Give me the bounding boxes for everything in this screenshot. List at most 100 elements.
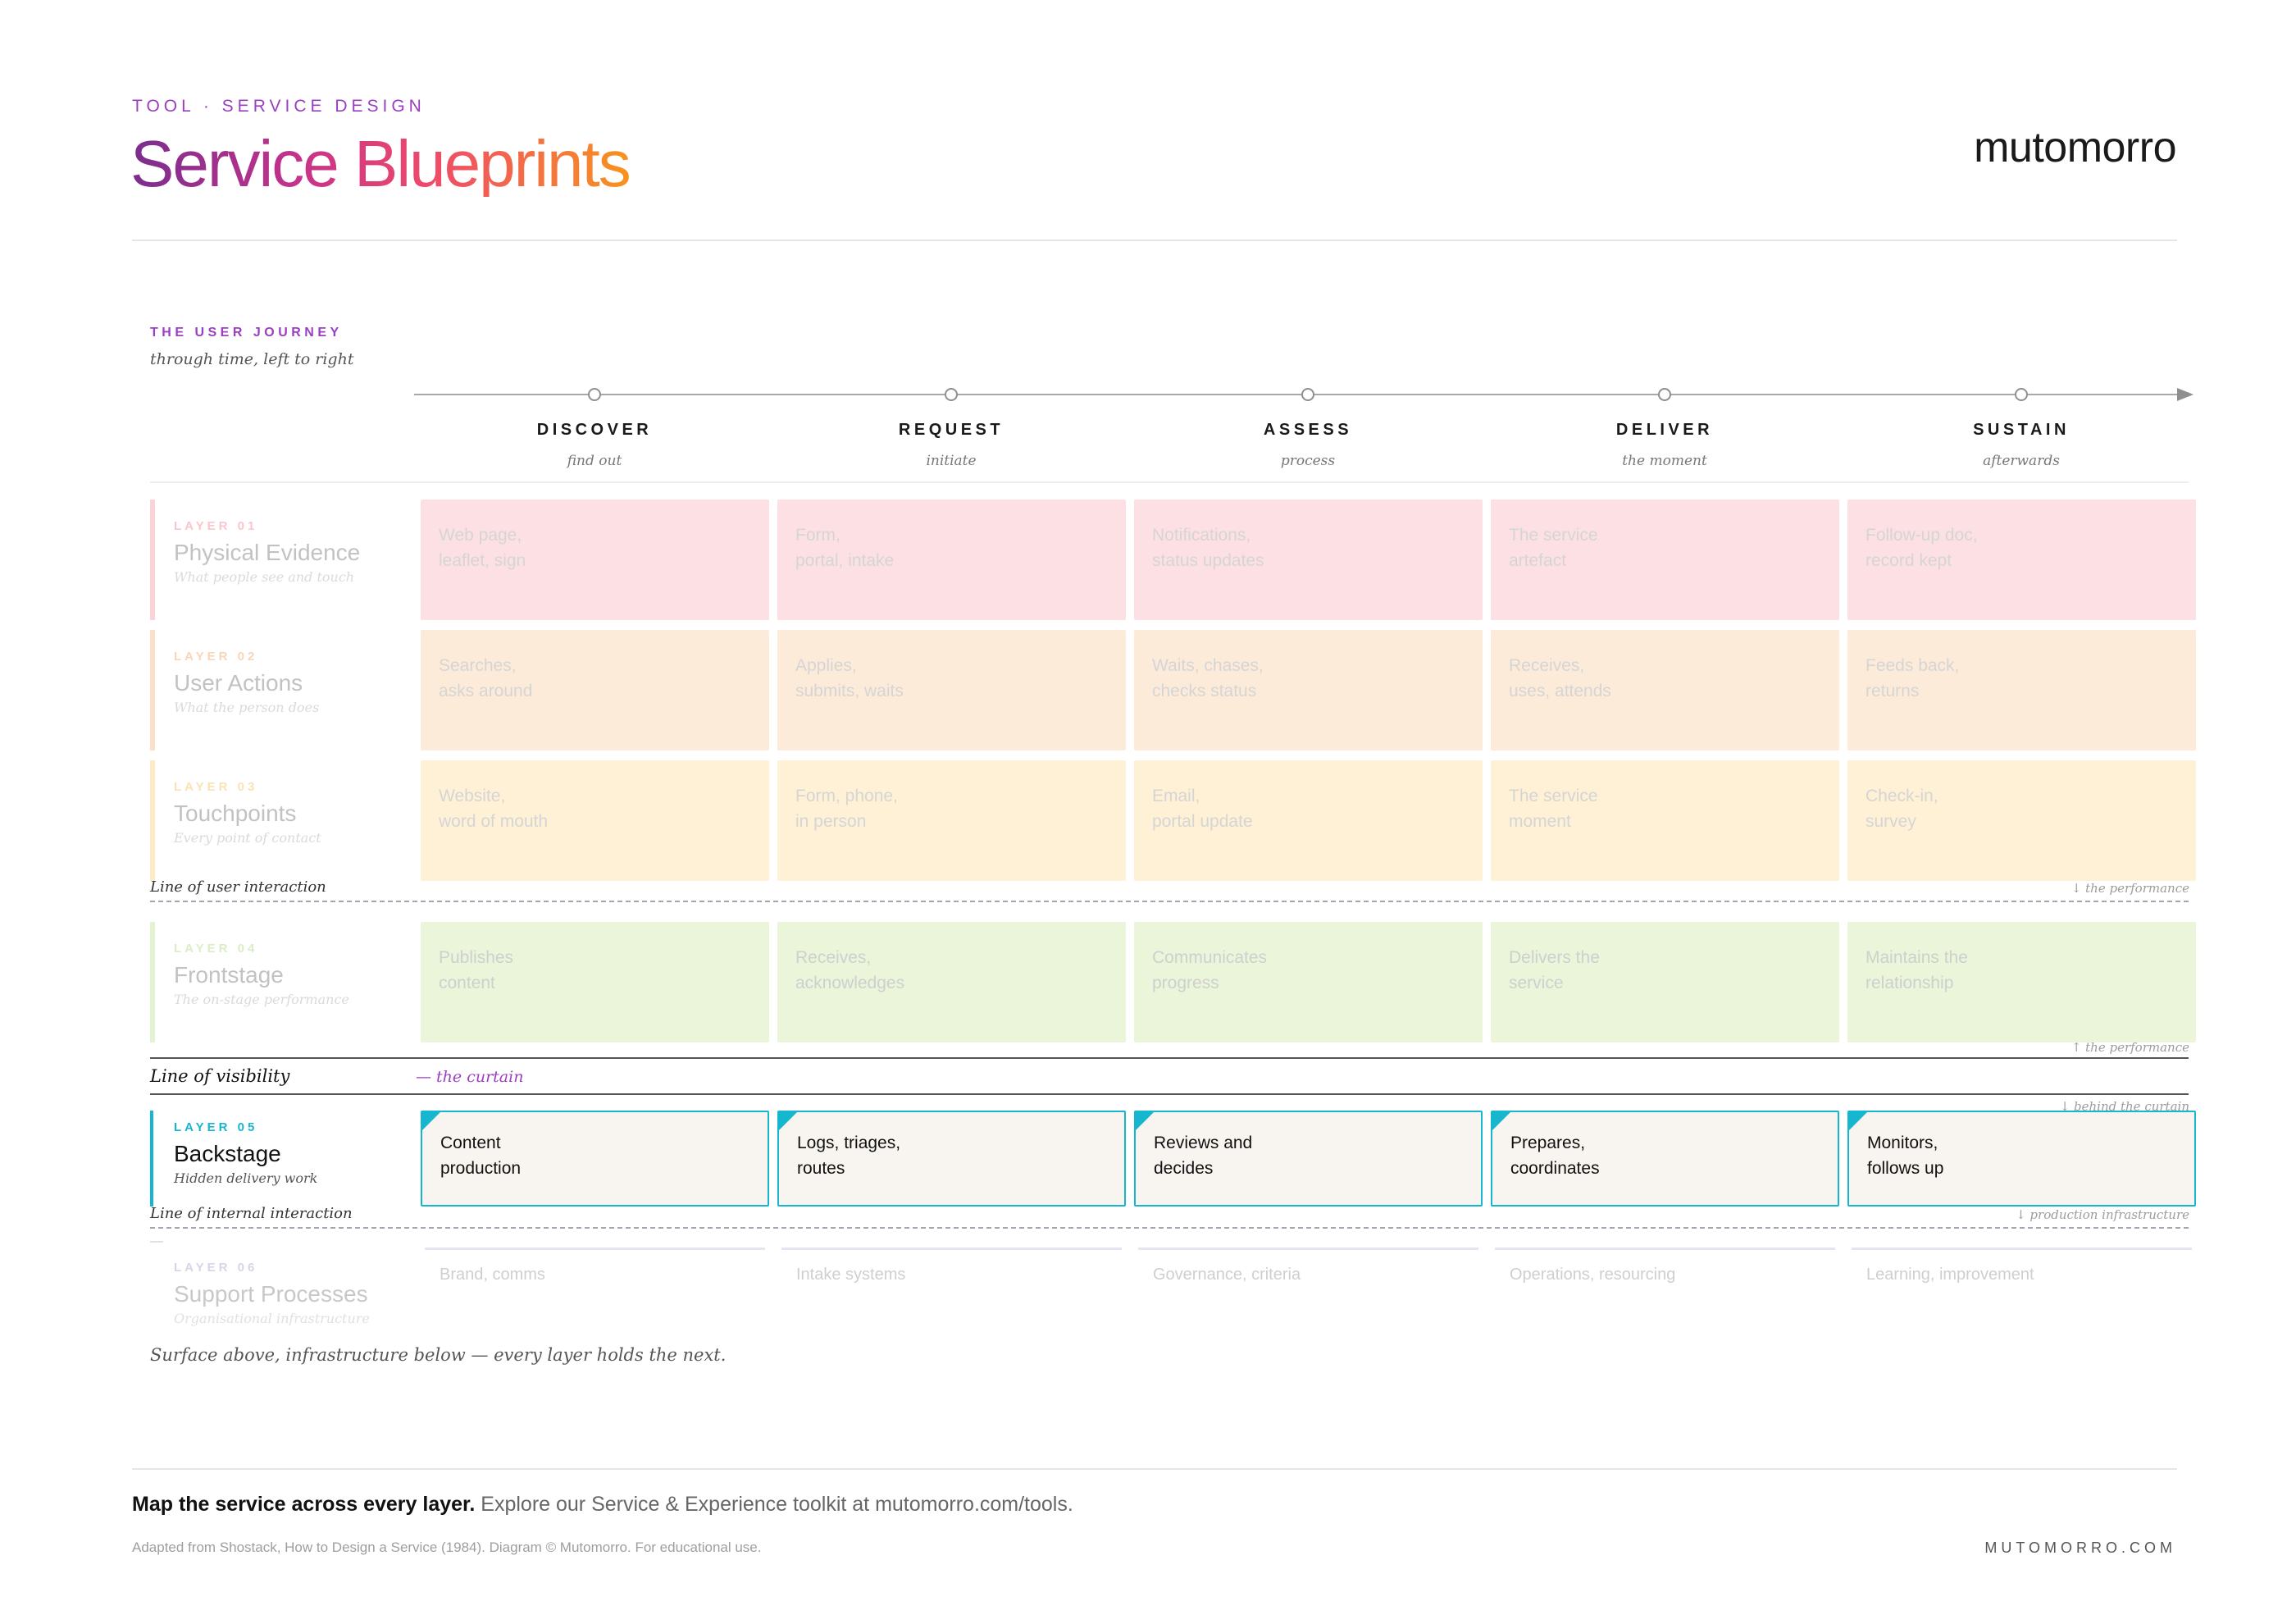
corner-flag-icon (1492, 1112, 1510, 1130)
footer-divider (132, 1468, 2177, 1470)
blueprint-cell[interactable]: Applies, submits, waits (777, 630, 1126, 750)
cell-line: artefact (1509, 551, 1567, 570)
line-visibility-label: Line of visibility (150, 1066, 290, 1086)
layer-accent-bar (150, 760, 155, 881)
support-item[interactable]: Learning, improvement (1866, 1266, 2034, 1284)
layer-number: LAYER 04 (174, 942, 258, 956)
blueprint-cell[interactable]: Receives, uses, attends (1491, 630, 1839, 750)
blueprint-cell[interactable]: Communicates progress (1134, 922, 1483, 1042)
cell-line: Notifications, (1152, 526, 1251, 545)
cell-line: Waits, chases, (1152, 656, 1264, 675)
production-infrastructure-note: ↓ production infrastructure (2016, 1207, 2189, 1222)
line-user-interaction-label: Line of user interaction (150, 878, 326, 896)
cell-line: Content (440, 1134, 501, 1152)
curtain-label: — the curtain (416, 1068, 524, 1086)
layer-number: LAYER 03 (174, 780, 258, 794)
layer-desc: What people see and touch (174, 569, 355, 585)
layer-name: User Actions (174, 670, 303, 696)
stage-marker (588, 388, 601, 401)
blueprint-cell[interactable]: Prepares, coordinates (1491, 1111, 1839, 1207)
cell-line: leaflet, sign (439, 551, 526, 570)
corner-flag-icon (779, 1112, 797, 1130)
stage-name: REQUEST (898, 421, 1004, 439)
cell-line: Applies, (795, 656, 857, 675)
support-rule (1852, 1248, 2192, 1250)
journey-heading: THE USER JOURNEY (150, 326, 343, 340)
blueprint-cell[interactable]: Notifications, status updates (1134, 500, 1483, 620)
eyebrow: TOOL · SERVICE DESIGN (132, 97, 426, 116)
blueprint-cell[interactable]: Follow-up doc, record kept (1847, 500, 2196, 620)
corner-flag-icon (422, 1112, 440, 1130)
brand-logo[interactable]: mutomorro (1974, 123, 2176, 172)
cta-bold: Map the service across every layer. (132, 1493, 476, 1516)
blueprint-cell[interactable]: The service artefact (1491, 500, 1839, 620)
blueprint-cell[interactable]: Waits, chases, checks status (1134, 630, 1483, 750)
blueprint-cell[interactable]: Delivers the service (1491, 922, 1839, 1042)
cell-line: uses, attends (1509, 682, 1611, 700)
footer-cta: Map the service across every layer. Expl… (132, 1493, 1073, 1517)
blueprint-cell[interactable]: Publishes content (421, 922, 769, 1042)
support-item[interactable]: Governance, criteria (1153, 1266, 1301, 1284)
cell-line: Receives, (795, 948, 872, 967)
timeline-line (414, 394, 2177, 395)
footer-credit: Adapted from Shostack, How to Design a S… (132, 1540, 762, 1555)
layer-name: Backstage (174, 1141, 281, 1166)
stage-sub: the moment (1622, 453, 1707, 469)
blueprint-cell[interactable]: Web page, leaflet, sign (421, 500, 769, 620)
support-rule (781, 1248, 1122, 1250)
cta-link-text[interactable]: Explore our Service & Experience toolkit… (475, 1493, 1073, 1516)
cell-line: portal, intake (795, 551, 895, 570)
footer-site-link[interactable]: MUTOMORRO.COM (1984, 1540, 2176, 1557)
stage-sub: process (1280, 453, 1336, 469)
blueprint-cell[interactable]: Receives, acknowledges (777, 922, 1126, 1042)
cell-line: routes (797, 1159, 845, 1178)
cell-line: word of mouth (439, 812, 549, 831)
line-visibility-bottom (150, 1093, 2189, 1095)
blueprint-cell[interactable]: Searches, asks around (421, 630, 769, 750)
cell-line: Feeds back, (1866, 656, 1960, 675)
support-item[interactable]: Intake systems (796, 1266, 905, 1284)
page-title: Service Blueprints (130, 127, 631, 200)
blueprint-cell[interactable]: Logs, triages, routes (777, 1111, 1126, 1207)
line-internal-interaction-label: Line of internal interaction (150, 1205, 353, 1222)
support-item[interactable]: Brand, comms (440, 1266, 545, 1284)
cell-line: coordinates (1510, 1159, 1600, 1178)
layer-desc: Hidden delivery work (174, 1170, 318, 1186)
cell-line: service (1509, 974, 1564, 992)
blueprint-cell[interactable]: Reviews and decides (1134, 1111, 1483, 1207)
cell-line: survey (1866, 812, 1916, 831)
cell-line: status updates (1152, 551, 1264, 570)
layer-accent-bar (150, 500, 155, 620)
stage-name: DISCOVER (536, 421, 653, 439)
blueprint-cell[interactable]: Email, portal update (1134, 760, 1483, 881)
stage-sub: initiate (926, 453, 977, 469)
blueprint-cell[interactable]: Form, portal, intake (777, 500, 1126, 620)
cell-line: production (440, 1159, 522, 1178)
corner-flag-icon (1136, 1112, 1154, 1130)
cell-line: Website, (439, 787, 506, 805)
cell-line: Follow-up doc, (1866, 526, 1978, 545)
header-divider (132, 239, 2177, 241)
stage-marker (1658, 388, 1671, 401)
blueprint-cell[interactable]: Monitors, follows up (1847, 1111, 2196, 1207)
blueprint-cell[interactable]: Maintains the relationship (1847, 922, 2196, 1042)
blueprint-cell[interactable]: Form, phone, in person (777, 760, 1126, 881)
blueprint-cell[interactable]: Feeds back, returns (1847, 630, 2196, 750)
layer-number: LAYER 05 (174, 1120, 258, 1134)
cell-line: The service (1509, 526, 1598, 545)
cell-line: Logs, triages, (797, 1134, 901, 1152)
line-user-interaction (150, 901, 2189, 902)
stage-marker (945, 388, 958, 401)
layer-accent-bar (150, 630, 155, 750)
cell-line: Form, phone, (795, 787, 898, 805)
blueprint-cell[interactable]: Website, word of mouth (421, 760, 769, 881)
blueprint-cell[interactable]: Content production (421, 1111, 769, 1207)
blueprint-cell[interactable]: Check-in, survey (1847, 760, 2196, 881)
support-item[interactable]: Operations, resourcing (1510, 1266, 1675, 1284)
cell-line: Receives, (1509, 656, 1585, 675)
layer-number: LAYER 02 (174, 650, 258, 664)
cell-line: decides (1154, 1159, 1214, 1178)
layer-name: Physical Evidence (174, 540, 361, 565)
blueprint-cell[interactable]: The service moment (1491, 760, 1839, 881)
layer-name: Touchpoints (174, 801, 297, 826)
